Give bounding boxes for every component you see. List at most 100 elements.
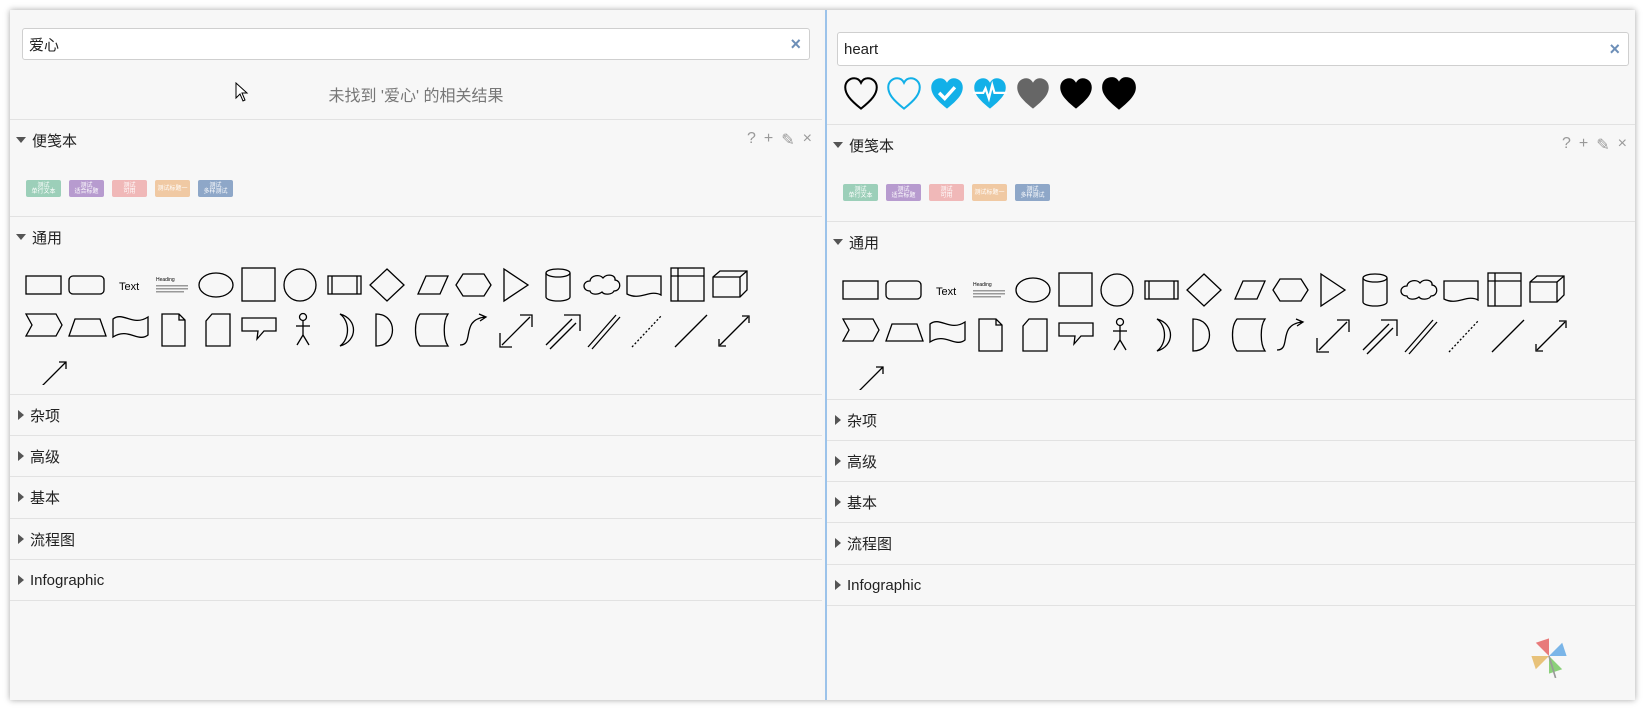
shape-curve[interactable] bbox=[1276, 318, 1305, 351]
help-icon[interactable]: ? bbox=[747, 130, 756, 150]
section-flowchart-header[interactable]: 流程图 bbox=[827, 523, 1635, 563]
note-item[interactable]: 测试 可用 bbox=[112, 180, 147, 197]
section-basic-header[interactable]: 基本 bbox=[10, 477, 822, 517]
shape-or[interactable] bbox=[339, 313, 355, 347]
shape-callout[interactable] bbox=[1058, 322, 1094, 347]
note-item[interactable]: 测试 适合标题 bbox=[69, 180, 104, 197]
search-box[interactable]: × bbox=[22, 28, 810, 60]
shape-diamond[interactable] bbox=[369, 268, 405, 302]
section-notebook-header[interactable]: 便笺本 bbox=[827, 125, 1635, 165]
shape-cloud[interactable] bbox=[583, 274, 621, 295]
shape-square[interactable] bbox=[1058, 272, 1093, 307]
shape-tape[interactable] bbox=[929, 320, 966, 344]
shape-or[interactable] bbox=[1156, 318, 1172, 352]
shape-heading[interactable]: Heading bbox=[156, 277, 188, 293]
note-item[interactable]: 测试 单行文本 bbox=[843, 184, 878, 201]
add-icon[interactable]: + bbox=[1579, 135, 1588, 155]
shape-step[interactable] bbox=[24, 313, 63, 337]
search-input[interactable] bbox=[844, 33, 1555, 65]
heart-check-icon[interactable] bbox=[929, 76, 965, 112]
shape-triangle[interactable] bbox=[1320, 272, 1347, 308]
shape-ellipse[interactable] bbox=[1015, 277, 1051, 303]
shape-rounded-rectangle[interactable] bbox=[68, 275, 105, 295]
shape-rectangle[interactable] bbox=[25, 275, 62, 295]
shape-dashed-line[interactable] bbox=[631, 314, 663, 348]
shape-cloud[interactable] bbox=[1400, 279, 1438, 300]
shape-heading[interactable]: Heading bbox=[973, 282, 1005, 298]
shape-data-storage[interactable] bbox=[1231, 318, 1267, 352]
search-box[interactable]: × bbox=[837, 32, 1629, 66]
heart-gray-icon[interactable] bbox=[1015, 76, 1051, 112]
edit-icon[interactable]: ✎ bbox=[1596, 135, 1609, 155]
heart-black-icon[interactable] bbox=[1058, 76, 1094, 112]
shape-diamond[interactable] bbox=[1186, 273, 1222, 307]
close-icon[interactable]: × bbox=[803, 130, 812, 150]
section-advanced-header[interactable]: 高级 bbox=[10, 436, 822, 476]
shape-cube[interactable] bbox=[1529, 275, 1565, 303]
shape-arrow[interactable] bbox=[1362, 319, 1398, 355]
shape-document[interactable] bbox=[626, 275, 662, 297]
shape-document[interactable] bbox=[1443, 280, 1479, 302]
shape-note[interactable] bbox=[978, 318, 1003, 352]
shape-bidirectional-arrow[interactable] bbox=[1316, 319, 1350, 353]
shape-circle[interactable] bbox=[283, 268, 317, 302]
shape-actor[interactable] bbox=[296, 312, 310, 346]
shape-process[interactable] bbox=[1144, 280, 1179, 300]
shape-hexagon[interactable] bbox=[1272, 278, 1309, 302]
add-icon[interactable]: + bbox=[764, 130, 773, 150]
shape-trapezoid[interactable] bbox=[885, 323, 924, 342]
shape-square[interactable] bbox=[241, 267, 276, 302]
shape-note[interactable] bbox=[161, 313, 186, 347]
note-item[interactable]: 测试标题一 bbox=[972, 184, 1007, 201]
shape-text[interactable]: Text bbox=[936, 286, 956, 298]
shape-process[interactable] bbox=[327, 275, 362, 295]
section-misc-header[interactable]: 杂项 bbox=[827, 400, 1635, 440]
shape-cube[interactable] bbox=[712, 270, 748, 298]
help-icon[interactable]: ? bbox=[1562, 135, 1571, 155]
shape-cylinder[interactable] bbox=[1362, 273, 1388, 307]
shape-bidirectional-arrow[interactable] bbox=[499, 314, 533, 348]
close-icon[interactable]: × bbox=[1618, 135, 1627, 155]
shape-card[interactable] bbox=[1022, 318, 1048, 352]
shape-triangle[interactable] bbox=[503, 267, 530, 303]
shape-text[interactable]: Text bbox=[119, 281, 139, 293]
shape-line[interactable] bbox=[1491, 319, 1525, 353]
section-basic-header[interactable]: 基本 bbox=[827, 482, 1635, 522]
shape-bidirectional-connector[interactable] bbox=[1535, 320, 1567, 352]
shape-parallelogram[interactable] bbox=[416, 275, 450, 295]
shape-rectangle[interactable] bbox=[842, 280, 879, 300]
shape-bidirectional-connector[interactable] bbox=[718, 315, 750, 347]
shape-link[interactable] bbox=[1404, 319, 1438, 355]
clear-search-icon[interactable]: × bbox=[790, 35, 801, 53]
search-input[interactable] bbox=[29, 29, 737, 59]
note-item[interactable]: 测试 多样测试 bbox=[198, 180, 233, 197]
shape-internal-storage[interactable] bbox=[1487, 272, 1522, 307]
shape-rounded-rectangle[interactable] bbox=[885, 280, 922, 300]
shape-circle[interactable] bbox=[1100, 273, 1134, 307]
heart-black-large-icon[interactable] bbox=[1101, 76, 1137, 112]
shape-delay[interactable] bbox=[1192, 318, 1210, 352]
note-item[interactable]: 测试 单行文本 bbox=[26, 180, 61, 197]
shape-data-storage[interactable] bbox=[414, 313, 450, 347]
heart-pulse-icon[interactable] bbox=[972, 76, 1008, 112]
section-general-header[interactable]: 通用 bbox=[827, 222, 1635, 262]
shape-card[interactable] bbox=[205, 313, 231, 347]
shape-hexagon[interactable] bbox=[455, 273, 492, 297]
section-advanced-header[interactable]: 高级 bbox=[827, 441, 1635, 481]
shape-curve[interactable] bbox=[459, 313, 488, 346]
section-misc-header[interactable]: 杂项 bbox=[10, 395, 822, 435]
shape-callout[interactable] bbox=[241, 317, 277, 342]
shape-parallelogram[interactable] bbox=[1233, 280, 1267, 300]
shape-internal-storage[interactable] bbox=[670, 267, 705, 302]
shape-directional-connector[interactable] bbox=[42, 361, 67, 385]
note-item[interactable]: 测试 可用 bbox=[929, 184, 964, 201]
shape-trapezoid[interactable] bbox=[68, 318, 107, 337]
shape-tape[interactable] bbox=[112, 315, 149, 339]
section-flowchart-header[interactable]: 流程图 bbox=[10, 519, 822, 559]
shape-link[interactable] bbox=[587, 314, 621, 350]
shape-directional-connector[interactable] bbox=[859, 366, 884, 390]
shape-step[interactable] bbox=[841, 318, 880, 342]
heart-outline-blue-icon[interactable] bbox=[886, 76, 922, 112]
note-item[interactable]: 测试 适合标题 bbox=[886, 184, 921, 201]
note-item[interactable]: 测试标题一 bbox=[155, 180, 190, 197]
